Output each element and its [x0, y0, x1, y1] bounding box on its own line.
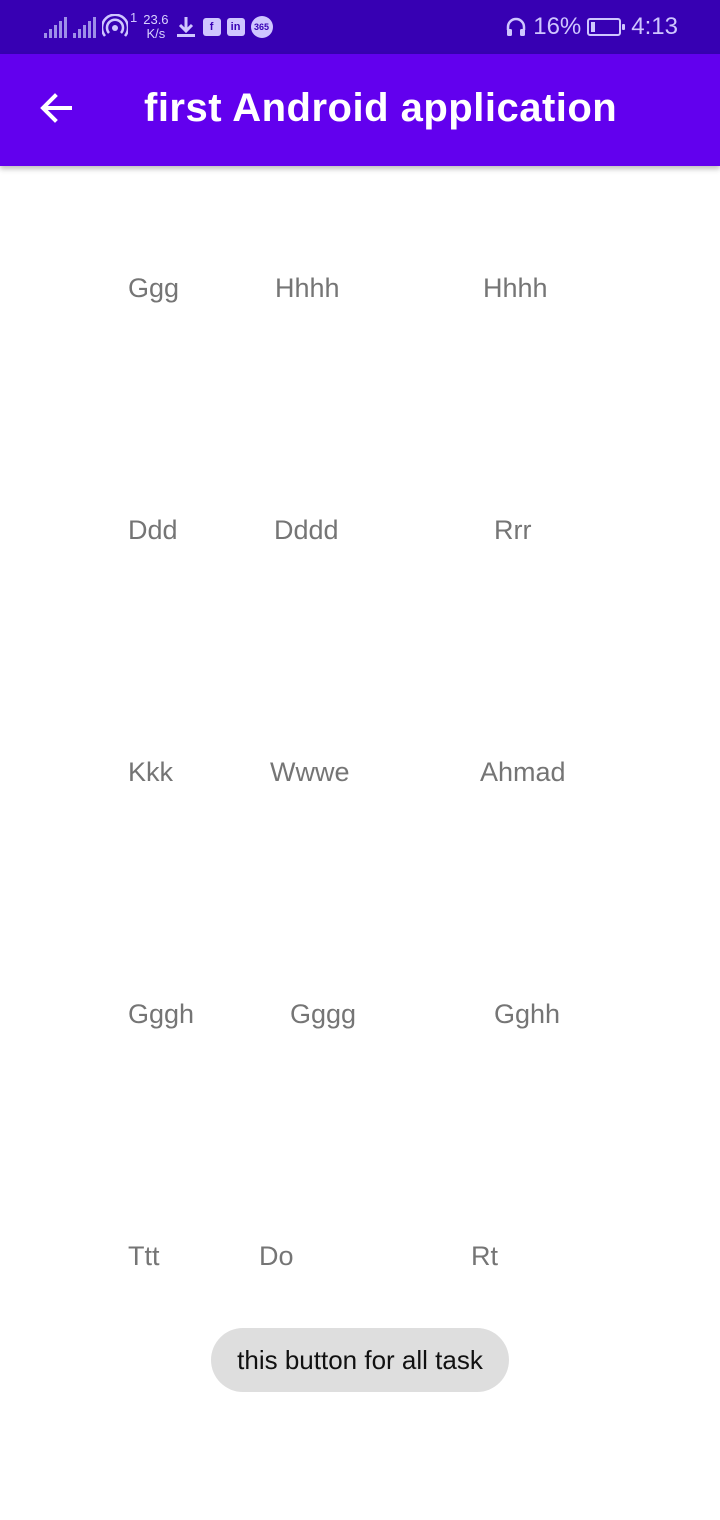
- grid-cell: Hhhh: [275, 273, 340, 303]
- status-right-icons: 16% 4:13: [505, 10, 678, 44]
- grid-cell: Rrr: [494, 515, 532, 545]
- app-bar: first Android application: [0, 54, 720, 166]
- speed-value: 23.6: [143, 12, 169, 27]
- signal-icon: [44, 16, 67, 38]
- status-left-icons: 1 23.6 K/s f in 365: [44, 10, 273, 44]
- clock: 4:13: [631, 13, 678, 40]
- battery-percent: 16%: [533, 13, 582, 40]
- battery-icon: [587, 18, 626, 36]
- speed-unit: K/s: [146, 26, 166, 41]
- grid-cell: Ggg: [128, 273, 180, 303]
- facebook-icon: f: [202, 18, 221, 36]
- network-speed: 23.6 K/s: [143, 13, 168, 41]
- grid-cell: Gghh: [494, 999, 561, 1029]
- page-title: first Android application: [144, 86, 618, 130]
- battery-fill: [591, 22, 596, 32]
- grid-cell: Wwwe: [270, 757, 350, 787]
- grid-cell: Rt: [471, 1241, 498, 1271]
- status-bar: 1 23.6 K/s f in 365 16% 4:13: [0, 0, 720, 54]
- grid-cell: Ahmad: [480, 757, 566, 787]
- hotspot-icon: [102, 14, 128, 37]
- back-button[interactable]: [28, 80, 84, 136]
- signal-icon: [73, 16, 96, 38]
- linkedin-icon: in: [226, 18, 245, 36]
- grid-cell: Ttt: [128, 1241, 160, 1271]
- notification-badge: 1: [130, 10, 138, 25]
- grid-cell: Do: [259, 1241, 294, 1271]
- grid-cell: Hhhh: [483, 273, 548, 303]
- grid-cell: Gggh: [128, 999, 195, 1029]
- app-365-icon: 365: [250, 16, 273, 38]
- grid-cell: Ddd: [128, 515, 178, 545]
- grid-cell: Dddd: [274, 515, 339, 545]
- grid-cell: Gggg: [290, 999, 357, 1029]
- arrow-left-icon: [40, 93, 72, 123]
- grid-cell: Kkk: [128, 757, 174, 787]
- download-icon: [176, 17, 195, 37]
- headphones-icon: [506, 17, 526, 36]
- app-screen: 1 23.6 K/s f in 365 16% 4:13 first Andro…: [0, 0, 720, 1520]
- all-task-button[interactable]: this button for all task: [211, 1328, 509, 1392]
